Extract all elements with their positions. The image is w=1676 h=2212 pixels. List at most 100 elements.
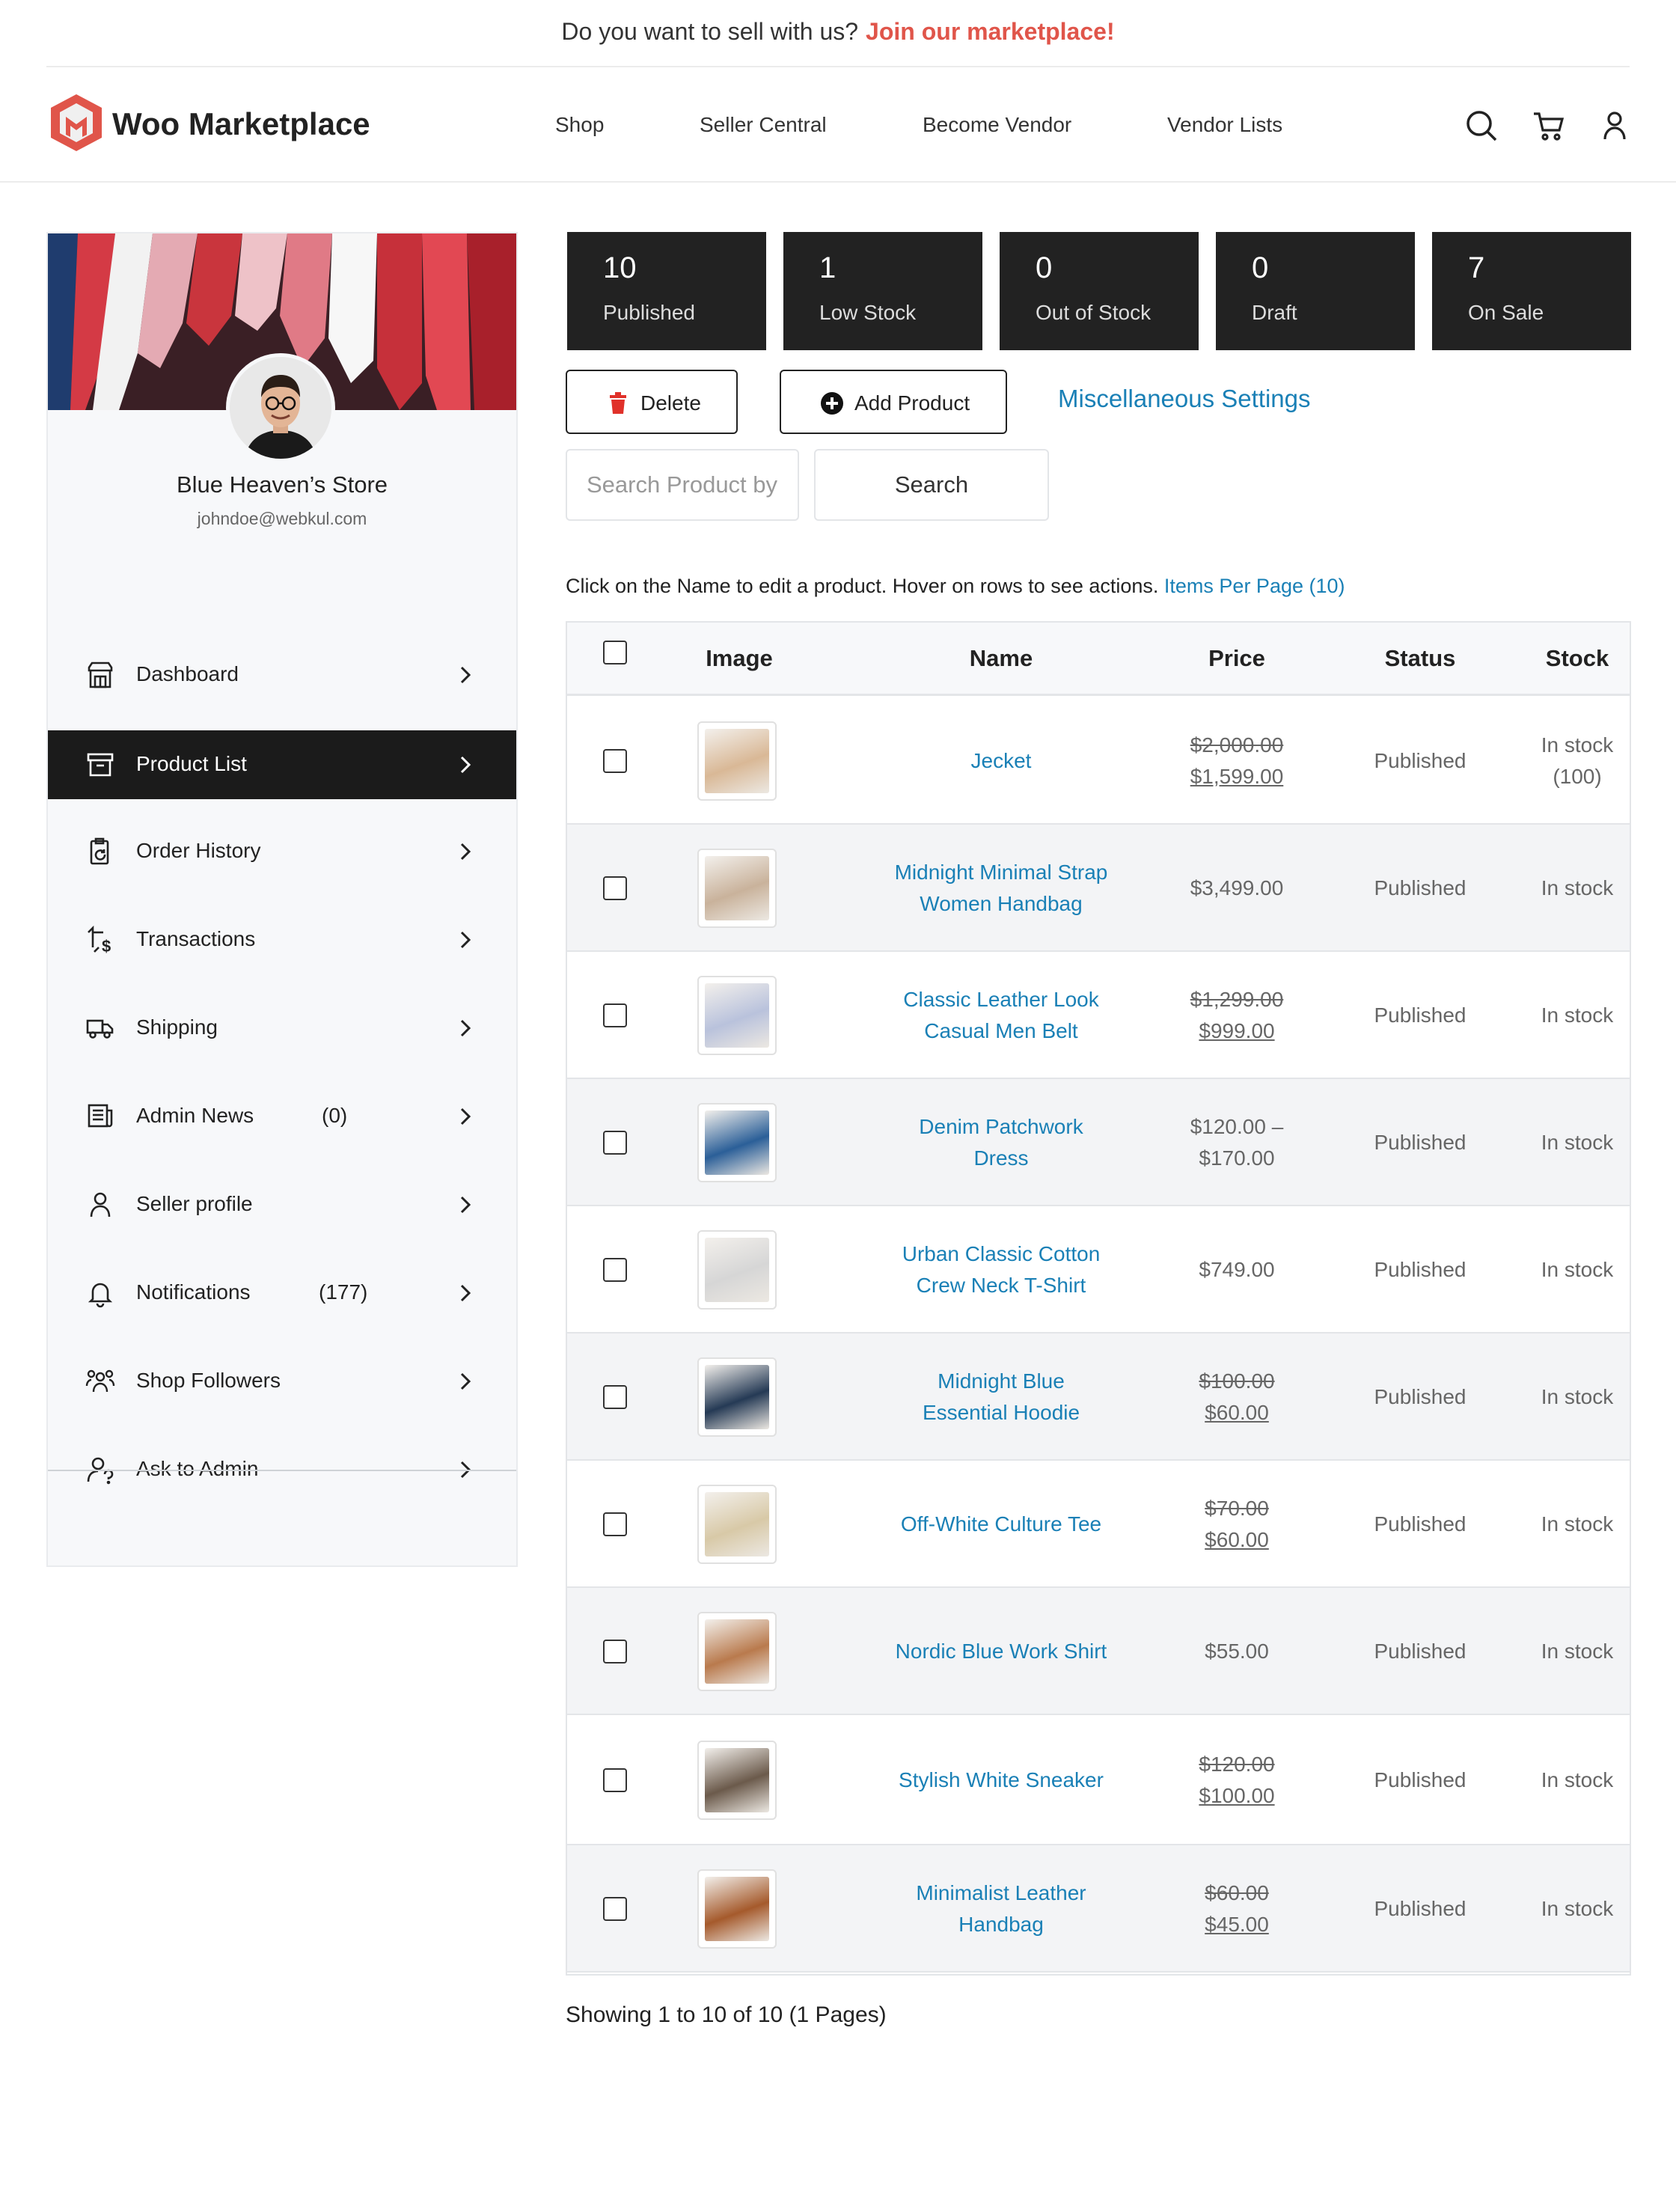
logo-text[interactable]: Woo Marketplace [112, 103, 370, 145]
table-row[interactable]: Nordic Blue Work Shirt $55.00 Published In … [567, 1588, 1630, 1715]
product-name-link[interactable]: Midnight Minimal Strap Women Handbag [859, 857, 1143, 920]
nav-become-vendor[interactable]: Become Vendor [923, 112, 1071, 138]
table-row[interactable]: Minimalist Leather Handbag $60.00 $45.00 Pub… [567, 1845, 1630, 1973]
table-row[interactable]: Stylish White Sneaker $120.00 $100.00 Publi… [567, 1715, 1630, 1845]
product-name-link[interactable]: Jecket [859, 745, 1143, 777]
product-status: Published [1374, 876, 1466, 899]
stat-out-of-stock[interactable]: 0 Out of Stock [1000, 232, 1199, 350]
product-name-link-line: Midnight Blue [938, 1369, 1065, 1393]
row-checkbox[interactable] [603, 1258, 627, 1282]
product-name-link[interactable]: Classic Leather Look Casual Men Belt [859, 984, 1143, 1047]
search-input[interactable]: Search Product by [566, 449, 799, 521]
join-marketplace-link[interactable]: Join our marketplace! [866, 18, 1115, 45]
nav-vendor-lists[interactable]: Vendor Lists [1167, 112, 1282, 138]
column-header-price[interactable]: Price [1143, 645, 1330, 672]
sale-price: $100.00 [1199, 1784, 1275, 1807]
product-thumbnail[interactable] [697, 721, 777, 801]
product-price: $100.00 $60.00 [1143, 1366, 1330, 1429]
sidebar-item-transactions[interactable]: $ Transactions [48, 905, 516, 974]
bell-icon [85, 1278, 115, 1308]
product-image [705, 1238, 769, 1302]
product-thumbnail[interactable] [697, 1485, 777, 1564]
product-thumbnail[interactable] [697, 976, 777, 1055]
product-name-link[interactable]: Denim Patchwork Dress [859, 1111, 1143, 1174]
table-row[interactable]: Midnight Blue Essential Hoodie $100.00 $60.… [567, 1333, 1630, 1461]
product-table: Image Name Price Status Stock Jecket $2,0… [566, 621, 1631, 1976]
product-name-link-line: Denim Patchwork [919, 1115, 1083, 1138]
product-stock: In stock [1510, 1254, 1645, 1286]
sidebar-item-product-list[interactable]: Product List [48, 730, 516, 799]
row-checkbox[interactable] [603, 749, 627, 773]
product-name-link[interactable]: Minimalist Leather Handbag [859, 1878, 1143, 1940]
product-thumbnail[interactable] [697, 1103, 777, 1182]
product-name-link[interactable]: Nordic Blue Work Shirt [859, 1636, 1143, 1667]
row-checkbox[interactable] [603, 1131, 627, 1155]
product-name-link-line: Classic Leather Look [903, 988, 1099, 1011]
chevron-right-icon [452, 1191, 479, 1218]
table-row[interactable]: Urban Classic Cotton Crew Neck T-Shirt $74… [567, 1206, 1630, 1333]
product-stock: In stock [1510, 1636, 1645, 1667]
product-thumbnail[interactable] [697, 1357, 777, 1437]
sidebar-item-notifications[interactable]: Notifications (177) [48, 1259, 516, 1327]
table-row[interactable]: Jecket $2,000.00 $1,599.00 Published In stoc… [567, 697, 1630, 825]
miscellaneous-settings-link[interactable]: Miscellaneous Settings [1058, 385, 1311, 413]
stat-published[interactable]: 10 Published [567, 232, 766, 350]
stat-on-sale[interactable]: 7 On Sale [1432, 232, 1631, 350]
avatar[interactable] [226, 353, 335, 462]
product-thumbnail[interactable] [697, 1741, 777, 1820]
search-button[interactable]: Search [814, 449, 1049, 521]
product-thumbnail[interactable] [697, 849, 777, 928]
column-header-name[interactable]: Name [859, 645, 1143, 672]
product-stock: In stock [1510, 1381, 1645, 1413]
product-status: Published [1374, 1512, 1466, 1536]
sidebar-item-label: Admin News [136, 1104, 254, 1127]
table-header: Image Name Price Status Stock [567, 623, 1630, 696]
row-checkbox[interactable] [603, 1003, 627, 1027]
row-checkbox[interactable] [603, 1385, 627, 1409]
product-image [705, 856, 769, 920]
logo-icon[interactable] [49, 93, 103, 153]
column-header-status: Status [1384, 645, 1456, 671]
row-checkbox[interactable] [603, 1512, 627, 1536]
stat-label: Low Stock [819, 301, 917, 324]
product-name-link[interactable]: Midnight Blue Essential Hoodie [859, 1366, 1143, 1429]
table-row[interactable]: Off-White Culture Tee $70.00 $60.00 Publish… [567, 1461, 1630, 1588]
user-icon[interactable] [1597, 108, 1633, 144]
select-all-checkbox[interactable] [603, 641, 627, 664]
sidebar-item-shipping[interactable]: Shipping [48, 994, 516, 1063]
nav-shop[interactable]: Shop [555, 112, 604, 138]
product-name-link[interactable]: Stylish White Sneaker [859, 1765, 1143, 1796]
sidebar-item-count: (0) [322, 1104, 348, 1127]
table-row[interactable]: Denim Patchwork Dress $120.00 – $170.00 Publ… [567, 1079, 1630, 1206]
product-image [705, 1365, 769, 1429]
search-icon[interactable] [1464, 108, 1499, 144]
table-row[interactable]: Midnight Minimal Strap Women Handbag $3,49… [567, 825, 1630, 952]
cart-icon[interactable] [1531, 108, 1567, 144]
product-stock-line: In stock [1541, 1768, 1614, 1791]
row-checkbox[interactable] [603, 1897, 627, 1921]
chevron-right-icon [452, 1015, 479, 1042]
product-thumbnail[interactable] [697, 1869, 777, 1949]
row-checkbox[interactable] [603, 1768, 627, 1792]
sidebar-item-seller-profile[interactable]: Seller profile [48, 1170, 516, 1239]
delete-button[interactable]: Delete [566, 370, 738, 434]
news-icon [85, 1102, 115, 1131]
product-name-link[interactable]: Urban Classic Cotton Crew Neck T-Shirt [859, 1238, 1143, 1301]
sidebar-item-dashboard[interactable]: Dashboard [48, 641, 516, 709]
product-price: $55.00 [1143, 1636, 1330, 1667]
items-per-page-link[interactable]: Items Per Page (10) [1164, 575, 1345, 597]
sidebar-item-shop-followers[interactable]: Shop Followers [48, 1347, 516, 1416]
row-checkbox[interactable] [603, 876, 627, 900]
stat-low-stock[interactable]: 1 Low Stock [783, 232, 982, 350]
product-thumbnail[interactable] [697, 1230, 777, 1310]
sidebar-item-admin-news[interactable]: Admin News (0) [48, 1082, 516, 1151]
add-product-button[interactable]: Add Product [780, 370, 1007, 434]
product-name-link[interactable]: Off-White Culture Tee [859, 1509, 1143, 1540]
divider [48, 1470, 516, 1471]
product-thumbnail[interactable] [697, 1612, 777, 1691]
sidebar-item-order-history[interactable]: Order History [48, 817, 516, 886]
stat-draft[interactable]: 0 Draft [1216, 232, 1415, 350]
table-row[interactable]: Classic Leather Look Casual Men Belt $1,29… [567, 952, 1630, 1079]
row-checkbox[interactable] [603, 1640, 627, 1663]
nav-seller-central[interactable]: Seller Central [700, 112, 827, 138]
